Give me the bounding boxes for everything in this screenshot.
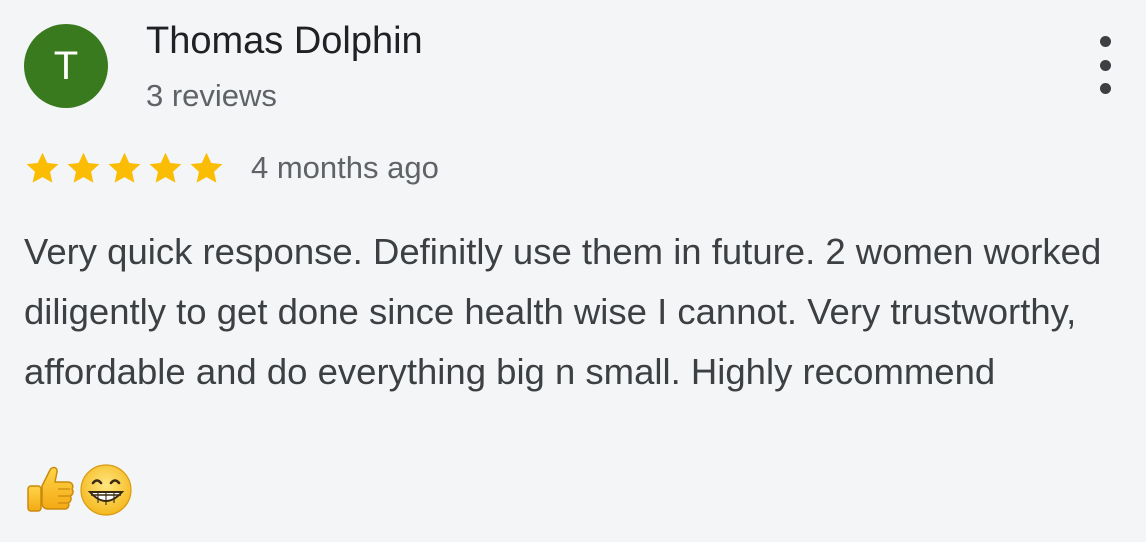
avatar[interactable]: T [24, 24, 108, 108]
star-icon [26, 152, 59, 183]
star-icon [67, 152, 100, 183]
more-vert-icon [1099, 36, 1111, 47]
review-card: T Thomas Dolphin 3 reviews 4 months ago … [0, 0, 1146, 542]
reviewer-review-count[interactable]: 3 reviews [146, 78, 277, 114]
reviewer-name[interactable]: Thomas Dolphin [146, 20, 423, 63]
review-time: 4 months ago [251, 150, 439, 185]
star-icon [149, 152, 182, 183]
star-icon [108, 152, 141, 183]
star-icon [190, 152, 223, 183]
thumbs-up-emoji [27, 466, 74, 512]
avatar-initial: T [53, 44, 79, 88]
more-vert-icon-dot-3 [1099, 83, 1111, 94]
review-emojis [22, 462, 134, 518]
more-options-button[interactable] [1088, 36, 1122, 94]
review-text: Very quick response. Definitly use them … [24, 231, 1102, 392]
star-rating [24, 150, 229, 187]
grinning-face-emoji [80, 464, 132, 516]
rating-row: 4 months ago [24, 146, 439, 190]
more-vert-icon-dot-2 [1099, 59, 1111, 71]
